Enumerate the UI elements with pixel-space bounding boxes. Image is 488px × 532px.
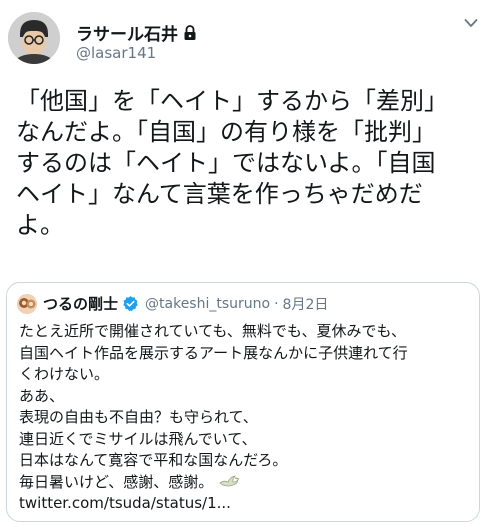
quoted-tweet-header: つるの剛士 @takeshi_tsuruno · 8月2日 <box>17 293 328 314</box>
quoted-text-block: たとえ近所で開催されていても、無料でも、夏休みでも、 自国ヘイト作品を展示するア… <box>19 321 471 515</box>
quoted-link[interactable]: twitter.com/tsuda/status/1... <box>19 494 231 512</box>
author-name-row: ラサール石井 <box>76 20 197 45</box>
tweet-header: ラサール石井 @lasar141 <box>8 8 480 68</box>
chevron-down-icon[interactable] <box>464 18 478 28</box>
dove-emoji-icon <box>219 474 240 486</box>
avatar[interactable] <box>8 12 60 64</box>
quoted-date[interactable]: 8月2日 <box>283 294 329 314</box>
quoted-avatar <box>17 293 37 314</box>
quoted-separator: · <box>274 295 279 312</box>
tweet-text: 「他国」を「ヘイト」するから「差別」 なんだよ。「自国」の有り様を「批判」 する… <box>16 87 448 239</box>
author-display-name[interactable]: ラサール石井 <box>76 20 178 45</box>
lock-icon <box>184 24 196 40</box>
quoted-tweet[interactable]: つるの剛士 @takeshi_tsuruno · 8月2日 たとえ近所で開催され… <box>6 282 480 522</box>
quoted-text: たとえ近所で開催されていても、無料でも、夏休みでも、 自国ヘイト作品を展示するア… <box>19 322 408 491</box>
author-handle[interactable]: @lasar141 <box>76 44 156 62</box>
quoted-display-name[interactable]: つるの剛士 <box>43 293 118 314</box>
verified-badge-icon <box>123 296 138 312</box>
quoted-handle[interactable]: @takeshi_tsuruno <box>145 296 270 312</box>
